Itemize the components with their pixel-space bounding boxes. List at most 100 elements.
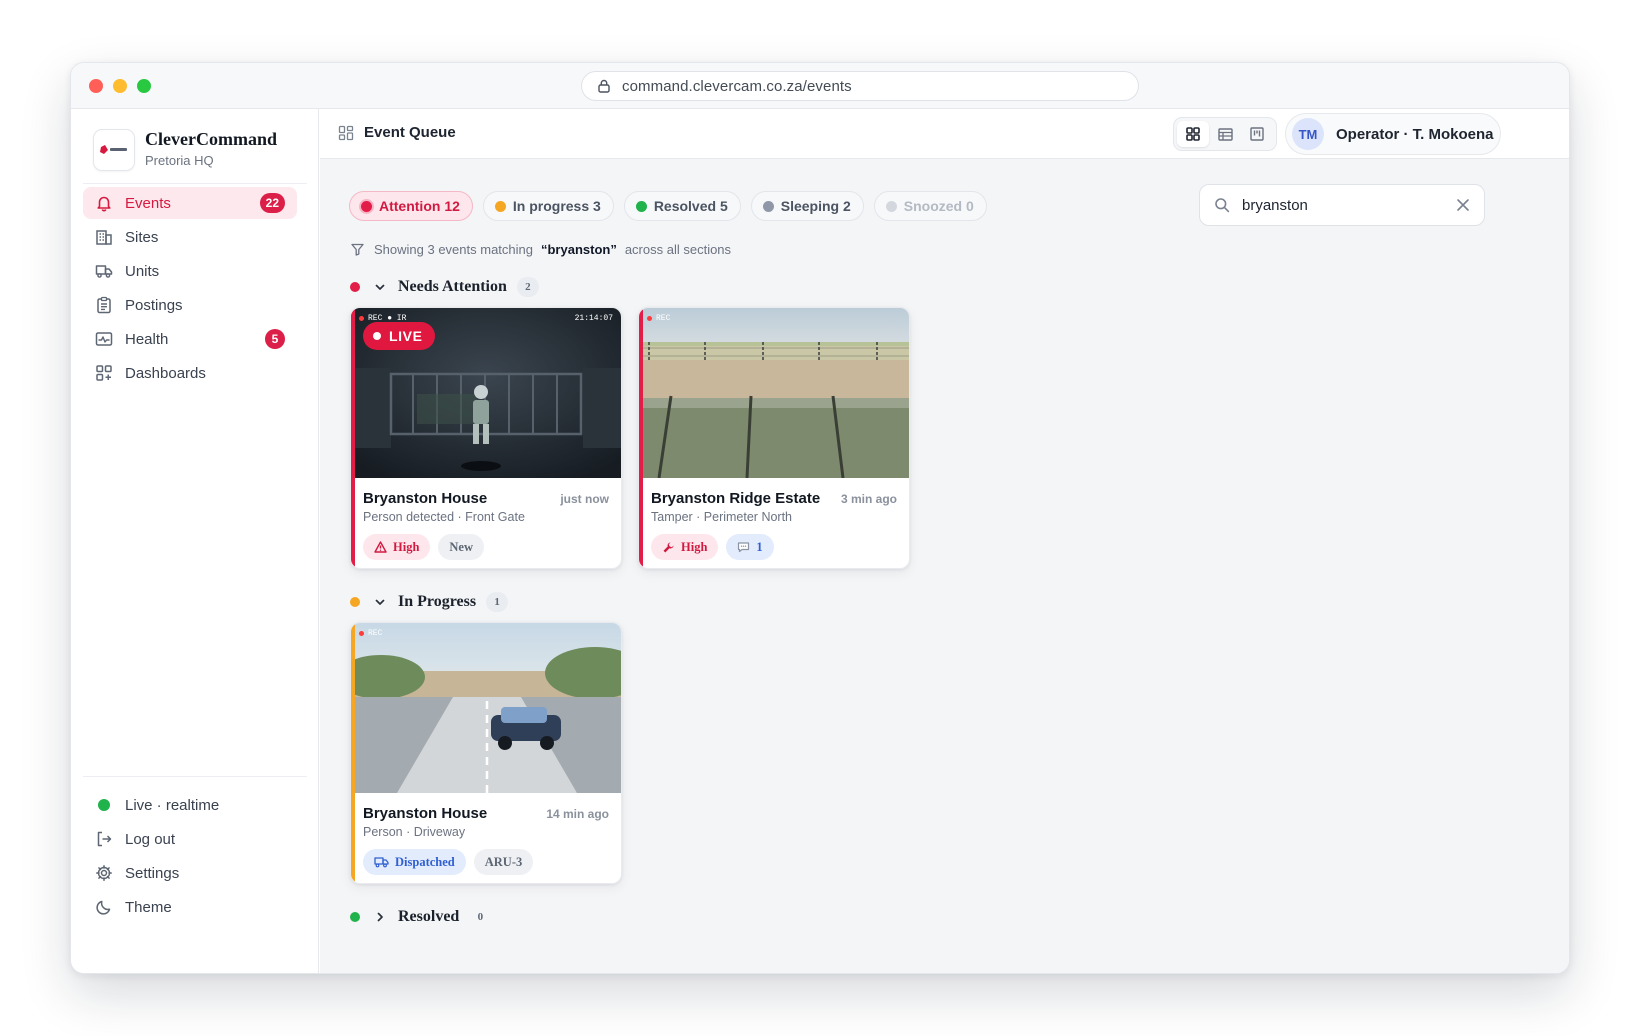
sidebar-item-sites[interactable]: Sites [83,221,297,253]
event-tags: High New [363,534,492,560]
chevron-down-icon [375,284,385,290]
sidebar-item-units[interactable]: Units [83,255,297,287]
theme-label: Theme [125,898,172,916]
event-site: Bryanston House [363,805,488,822]
card-accent [639,308,643,568]
rec-dot [647,316,652,321]
section-header-attention[interactable]: Needs Attention 2 [350,277,539,297]
table-view-button[interactable] [1209,121,1241,147]
gear-icon [96,865,112,881]
divider [83,776,307,777]
topbar: Event Queue TM Operator · T. Mokoena [320,109,1569,159]
truck-icon [95,265,113,278]
status-dot [350,597,360,607]
camera-rec-indicator: REC ● IR [359,314,406,323]
live-status-dot [98,799,110,811]
event-site: Bryanston Ridge Estate [651,490,821,507]
search-summary: Showing 3 events matching “bryanston” ac… [351,242,731,257]
event-tags: Dispatched ARU-3 [363,849,541,875]
camera-name: FRONT GATE [564,555,613,564]
event-site: Bryanston House [363,490,488,507]
brand-location: Pretoria HQ [145,153,214,168]
priority-tag: High [363,534,431,560]
minimize-window-button[interactable] [113,79,127,93]
search-icon [1215,198,1230,213]
card-accent [351,308,355,568]
address-bar[interactable]: command.clevercam.co.za/events [581,71,1139,101]
settings-button[interactable]: Settings [83,857,297,889]
section-title: In Progress [398,593,477,610]
filter-snoozed[interactable]: Snoozed 0 [873,191,987,221]
chevron-down-icon [375,599,385,605]
comment-count: 1 [756,539,763,554]
status-dot [762,200,774,212]
logout-icon [97,831,112,847]
event-card[interactable]: REC PERIMETER E Bryanston Ridge Estate 3… [638,307,910,569]
event-time: 3 min ago [840,492,897,506]
user-name: Operator · T. Mokoena [1336,125,1494,143]
sidebar-item-label: Dashboards [125,364,206,382]
filter-resolved[interactable]: Resolved 5 [623,191,741,221]
filter-in-progress[interactable]: In progress 3 [482,191,614,221]
wrench-icon [663,542,674,552]
filter-sleeping[interactable]: Sleeping 2 [750,191,864,221]
brand: CleverCommand Pretoria HQ [93,127,305,179]
sidebar-item-events[interactable]: Events 22 [83,187,297,219]
rec-label: REC [368,629,383,638]
section-count: 1 [486,592,509,612]
camera-thumbnail [639,308,909,478]
camera-name: PERIMETER E [848,555,901,564]
event-time: 14 min ago [546,807,609,821]
search-box [1199,184,1485,226]
live-label: LIVE [389,328,423,344]
sidebar-item-label: Postings [125,296,183,314]
building-icon [96,230,112,245]
event-description: Person detected · Front Gate [363,510,525,524]
status-dot [885,200,897,212]
filter-icon [351,243,364,256]
activity-icon [95,332,113,346]
rec-dot [359,316,364,321]
sidebar-item-health[interactable]: Health 5 [83,323,297,355]
event-description: Person · Driveway [363,825,466,839]
dashboard-icon [96,365,112,381]
status-dot [494,200,506,212]
card-accent [351,623,355,883]
sidebar-item-label: Sites [125,228,159,246]
sidebar: CleverCommand Pretoria HQ Events 22 Site… [71,109,319,973]
filter-label: Resolved 5 [653,198,728,214]
comments-tag[interactable]: 1 [726,534,774,560]
search-input[interactable] [1242,196,1442,214]
sidebar-item-postings[interactable]: Postings [83,289,297,321]
event-card[interactable]: REC DRIVEWAY Bryanston House 14 min ago … [350,622,622,884]
clear-search-icon[interactable] [1456,198,1470,212]
camera-thumbnail [351,623,621,793]
section-title: Resolved [398,908,460,925]
board-view-button[interactable] [1241,121,1273,147]
priority-label: High [681,539,708,554]
priority-tag: High [651,534,719,560]
theme-button[interactable]: Theme [83,891,297,923]
filter-attention[interactable]: Attention 12 [349,191,473,221]
logout-button[interactable]: Log out [83,823,297,855]
events-count-badge: 22 [259,193,285,213]
rec-dot [359,631,364,636]
unit-tag: ARU-3 [473,849,534,875]
close-window-button[interactable] [89,79,103,93]
avatar: TM [1292,118,1324,150]
section-header-in-progress[interactable]: In Progress 1 [350,592,509,612]
sidebar-bottom: Live · realtime Log out Settings Theme [83,789,297,925]
grid-view-button[interactable] [1177,121,1209,147]
live-badge: LIVE [363,322,435,350]
rec-label: REC ● IR [368,314,407,323]
event-time: just now [560,492,609,506]
section-header-resolved[interactable]: Resolved 0 [350,907,491,927]
maximize-window-button[interactable] [137,79,151,93]
filter-label: In progress 3 [512,198,601,214]
sidebar-item-dashboards[interactable]: Dashboards [83,357,297,389]
user-menu[interactable]: TM Operator · T. Mokoena [1285,113,1501,155]
warning-icon [374,541,387,553]
page-header: Event Queue [338,124,456,141]
event-card[interactable]: LIVE REC ● IR 21:14:07 FRONT GATE Bryans… [350,307,622,569]
truck-icon [374,857,389,868]
